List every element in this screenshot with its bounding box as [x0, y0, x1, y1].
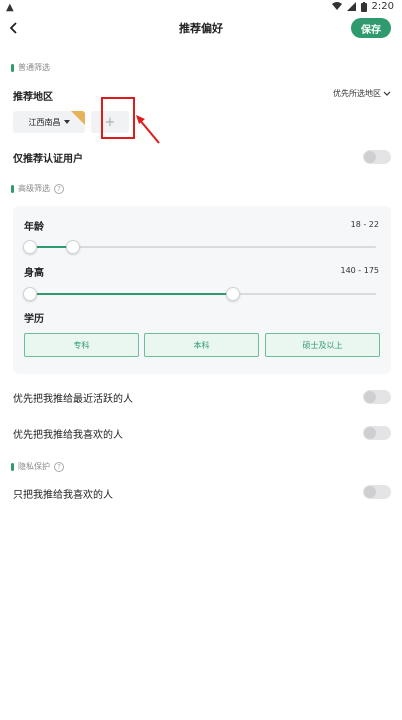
caret-down-icon: [63, 120, 70, 124]
age-slider-min-thumb[interactable]: [23, 240, 37, 254]
section-marker: [11, 184, 14, 193]
age-label: 年龄: [24, 222, 44, 233]
top-bar: 推荐偏好 保存: [0, 16, 402, 42]
section-advanced: 高级筛选 ?: [11, 183, 64, 194]
help-icon[interactable]: ?: [54, 461, 64, 472]
height-value: 140 - 175: [340, 266, 379, 275]
help-icon[interactable]: ?: [54, 183, 64, 194]
section-basic: 普通筛选: [11, 62, 50, 73]
section-advanced-title: 高级筛选: [18, 184, 50, 193]
section-marker: [11, 462, 14, 471]
section-marker: [11, 63, 14, 72]
active-priority-toggle[interactable]: [363, 390, 391, 404]
signal-icon: [346, 2, 356, 11]
status-bar: ▲ 2:20: [0, 0, 402, 16]
annotation-arrow: [136, 115, 160, 144]
warning-triangle-icon: ▲: [6, 2, 14, 13]
region-chip[interactable]: 江西南昌: [13, 111, 85, 133]
region-label: 推荐地区: [13, 92, 53, 103]
education-option-master-plus[interactable]: 硕士及以上: [265, 333, 380, 357]
region-chip-label: 江西南昌: [28, 117, 61, 127]
region-priority-label: 优先所选地区: [333, 89, 381, 98]
height-slider-fill: [28, 293, 234, 295]
height-label: 身高: [24, 268, 44, 279]
highlight-box: [101, 97, 135, 139]
height-slider[interactable]: [23, 287, 376, 301]
active-priority-label: 优先把我推给最近活跃的人: [13, 394, 133, 405]
wifi-icon: [331, 2, 342, 10]
height-slider-max-thumb[interactable]: [226, 287, 241, 301]
education-label: 学历: [24, 314, 44, 325]
verified-toggle[interactable]: [363, 150, 391, 164]
advanced-filter-card: 年龄 18 - 22 身高 140 - 175 学历 专科 本科 硕士及以上: [13, 206, 391, 374]
status-time: 2:20: [371, 1, 394, 12]
section-privacy-title: 隐私保护: [18, 462, 50, 471]
age-slider[interactable]: [23, 240, 376, 254]
only-liked-toggle[interactable]: [363, 485, 391, 499]
age-value: 18 - 22: [350, 220, 379, 229]
liked-priority-toggle[interactable]: [363, 426, 391, 440]
battery-icon: [360, 1, 367, 12]
education-option-bachelor[interactable]: 本科: [144, 333, 259, 357]
education-option-junior-college[interactable]: 专科: [24, 333, 139, 357]
verified-label: 仅推荐认证用户: [13, 154, 83, 165]
page-title: 推荐偏好: [179, 22, 223, 35]
section-privacy: 隐私保护 ?: [11, 461, 64, 472]
section-basic-title: 普通筛选: [18, 63, 50, 72]
age-slider-max-thumb[interactable]: [66, 240, 81, 254]
region-priority-dropdown[interactable]: 优先所选地区: [333, 88, 391, 99]
save-button[interactable]: 保存: [351, 18, 391, 38]
chevron-down-icon: [383, 91, 391, 96]
status-icons: 2:20: [331, 1, 394, 12]
chip-corner-tag: [71, 111, 85, 125]
only-liked-label: 只把我推给我喜欢的人: [13, 490, 113, 501]
height-slider-min-thumb[interactable]: [23, 287, 37, 301]
liked-priority-label: 优先把我推给我喜欢的人: [13, 430, 123, 441]
